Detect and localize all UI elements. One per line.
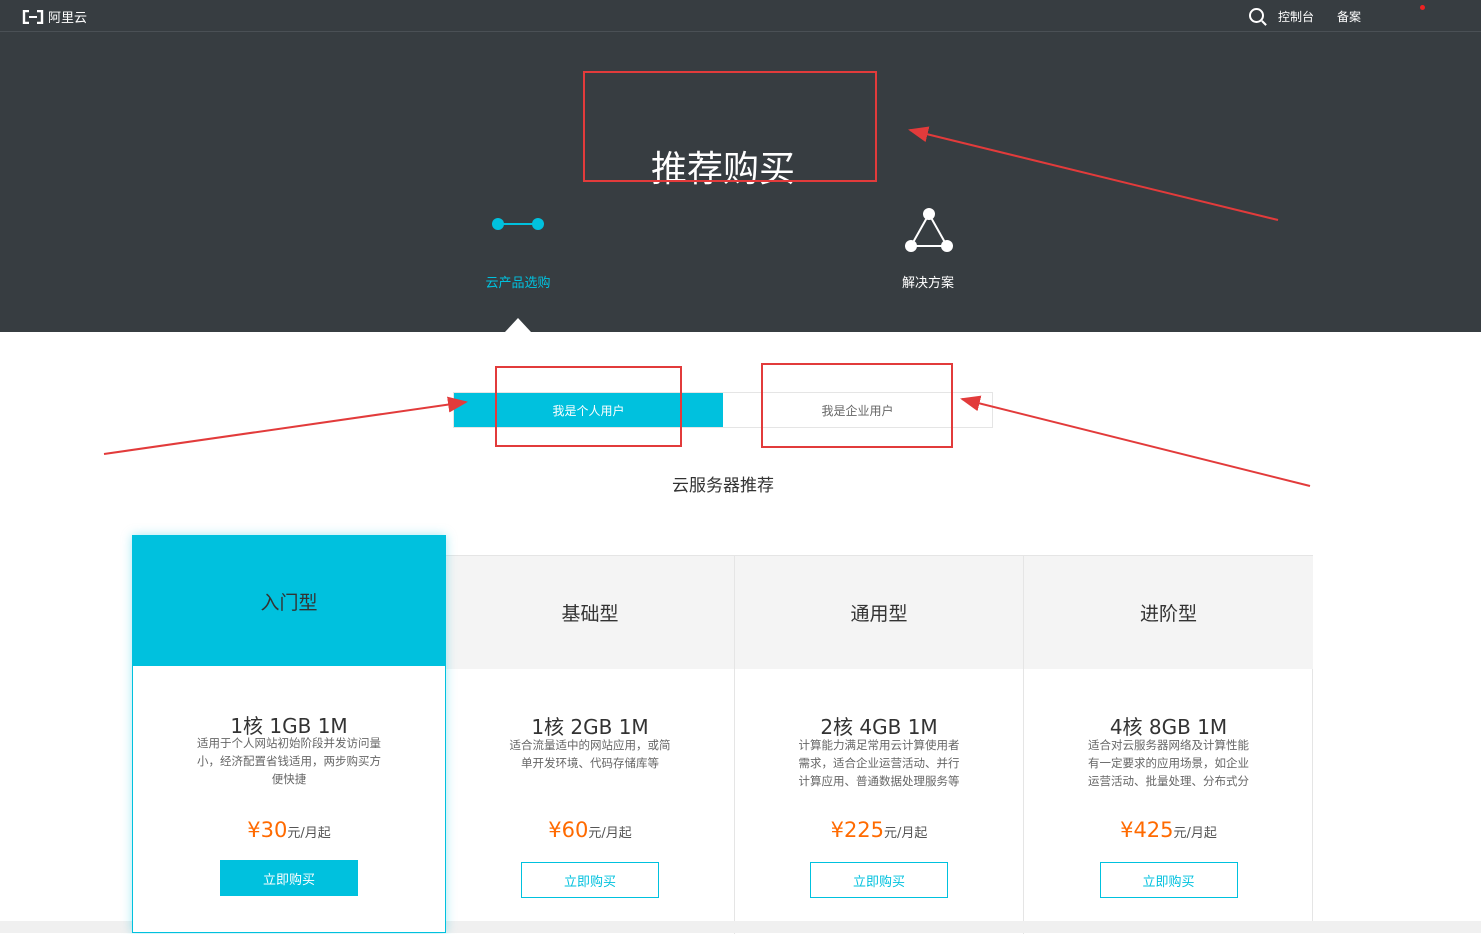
price-value: ¥60 xyxy=(548,818,589,842)
price-value: ¥425 xyxy=(1120,818,1174,842)
plan-desc: 计算能力满足常用云计算使用者需求，适合企业运营活动、并行计算应用、普通数据处理服… xyxy=(798,738,960,788)
tab-cloud-products[interactable]: 云产品选购 xyxy=(473,204,563,291)
price-value: ¥30 xyxy=(247,818,288,842)
top-navbar: 阿里云 控制台 备案 xyxy=(0,0,1481,32)
notification-dot xyxy=(1420,5,1425,10)
plan-desc: 适合流量适中的网站应用，或简单开发环境、代码存储库等 xyxy=(509,738,671,770)
buy-now-button[interactable]: 立即购买 xyxy=(810,862,948,898)
logo-text: 阿里云 xyxy=(48,11,88,26)
plan-name: 通用型 xyxy=(735,556,1023,669)
plan-price: ¥425元/月起 xyxy=(1024,818,1313,842)
price-unit: 元/月起 xyxy=(884,826,928,841)
tab-solutions[interactable]: 解决方案 xyxy=(885,204,971,291)
buy-now-button[interactable]: 立即购买 xyxy=(1099,862,1238,898)
section-title: 云服务器推荐 xyxy=(672,476,774,496)
plan-card-starter: 入门型 1核 1GB 1M 适用于个人网站初始阶段并发访问量小，经济配置省钱适用… xyxy=(132,535,446,933)
page-title: 推荐购买 xyxy=(650,149,795,190)
plan-name: 进阶型 xyxy=(1024,556,1313,669)
logo-mark-icon xyxy=(22,9,44,24)
tab-cloud-products-label: 云产品选购 xyxy=(485,276,551,291)
triangle-network-icon xyxy=(903,206,955,258)
buy-now-button[interactable]: 立即购买 xyxy=(521,862,659,898)
price-value: ¥225 xyxy=(830,818,885,842)
plan-desc: 适用于个人网站初始阶段并发访问量小，经济配置省钱适用，两步购买方便快捷 xyxy=(197,736,381,786)
buy-now-button[interactable]: 立即购买 xyxy=(220,860,358,896)
user-type-switch: 我是个人用户 我是企业用户 xyxy=(453,392,993,428)
price-unit: 元/月起 xyxy=(1173,826,1217,841)
personal-user-button[interactable]: 我是个人用户 xyxy=(454,393,723,427)
plan-price: ¥60元/月起 xyxy=(446,818,734,842)
annotation-arrow-enterprise xyxy=(960,395,1311,487)
plan-name: 基础型 xyxy=(446,556,734,669)
plan-price: ¥225元/月起 xyxy=(735,818,1023,842)
tab-solutions-label: 解决方案 xyxy=(901,276,954,291)
aliyun-logo[interactable]: 阿里云 xyxy=(22,7,87,26)
console-link[interactable]: 控制台 xyxy=(1278,8,1314,25)
price-unit: 元/月起 xyxy=(287,826,331,841)
plan-card-basic: 基础型 1核 2GB 1M 适合流量适中的网站应用，或简单开发环境、代码存储库等… xyxy=(446,556,735,934)
plan-card-general: 通用型 2核 4GB 1M 计算能力满足常用云计算使用者需求，适合企业运营活动、… xyxy=(735,556,1024,934)
plan-card-advanced: 进阶型 4核 8GB 1M 适合对云服务器网络及计算性能有一定要求的应用场景，如… xyxy=(1024,556,1313,934)
hero-banner: 推荐购买 云产品选购 解决方案 xyxy=(0,32,1481,332)
connected-dots-icon xyxy=(491,216,545,236)
active-tab-caret xyxy=(505,318,531,332)
record-link[interactable]: 备案 xyxy=(1337,8,1361,25)
price-unit: 元/月起 xyxy=(588,826,632,841)
enterprise-user-button[interactable]: 我是企业用户 xyxy=(723,393,992,427)
annotation-arrow-personal xyxy=(103,396,468,455)
plan-name: 入门型 xyxy=(133,536,445,666)
search-icon[interactable] xyxy=(1249,8,1264,23)
plan-desc: 适合对云服务器网络及计算性能有一定要求的应用场景，如企业运营活动、批量处理、分布… xyxy=(1088,738,1249,788)
plan-price: ¥30元/月起 xyxy=(133,818,445,842)
